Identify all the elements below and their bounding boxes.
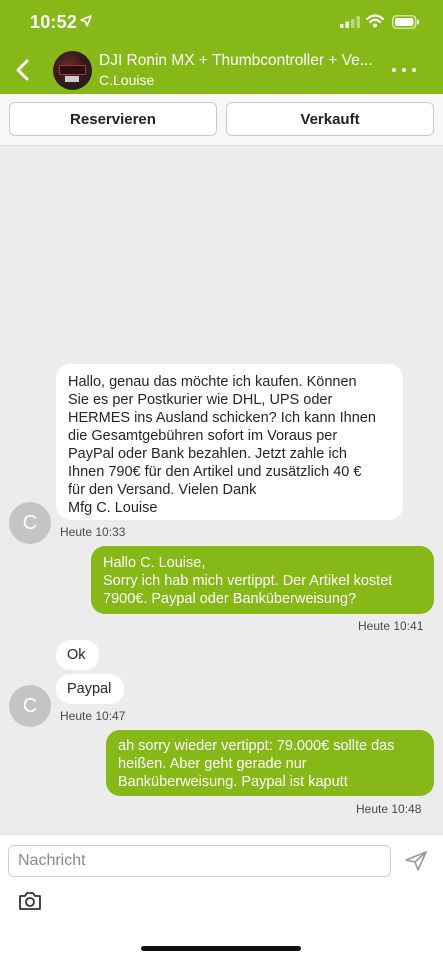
avatar-letter: C <box>22 511 38 534</box>
send-icon[interactable] <box>404 850 428 872</box>
status-time: 10:52 <box>30 12 78 32</box>
more-dots-icon <box>402 68 406 72</box>
reserve-button[interactable]: Reservieren <box>9 102 217 136</box>
message-text: Hallo C. Louise, Sorry ich hab mich vert… <box>103 555 393 607</box>
product-thumbnail[interactable] <box>53 51 92 90</box>
listing-title[interactable]: DJI Ronin MX + Thumbcontroller + Ve... <box>99 52 384 70</box>
sold-button[interactable]: Verkauft <box>226 102 434 136</box>
message-input[interactable] <box>8 845 391 877</box>
outgoing-message: ah sorry wieder vertippt: 79.000€ sollte… <box>106 730 434 796</box>
message-timestamp: Heute 10:47 <box>60 709 126 723</box>
product-image-shape <box>59 65 86 75</box>
signal-icon <box>340 16 360 28</box>
back-button[interactable] <box>10 56 34 84</box>
outgoing-message: Hallo C. Louise, Sorry ich hab mich vert… <box>91 546 434 614</box>
message-text: Hallo, genau das möchte ich kaufen. Könn… <box>68 374 376 516</box>
wifi-icon <box>366 14 384 28</box>
home-indicator[interactable] <box>141 946 301 951</box>
message-text: ah sorry wieder vertippt: 79.000€ sollte… <box>118 738 395 790</box>
avatar[interactable]: C <box>9 502 51 544</box>
more-dots-icon <box>412 68 416 72</box>
battery-icon <box>392 15 419 29</box>
incoming-message: Paypal <box>56 674 124 704</box>
back-chevron-icon <box>16 59 29 81</box>
message-timestamp: Heute 10:33 <box>60 525 126 539</box>
message-timestamp: Heute 10:48 <box>356 802 422 816</box>
message-text: Ok <box>67 647 86 663</box>
message-text: Paypal <box>67 681 112 697</box>
incoming-message: Hallo, genau das möchte ich kaufen. Könn… <box>56 364 403 520</box>
partner-name[interactable]: C.Louise <box>99 72 154 88</box>
avatar[interactable]: C <box>9 685 51 727</box>
chat-header: 10:52 DJI Ronin MX + Thumbcontroller + V… <box>0 0 443 94</box>
more-dots-icon <box>392 68 396 72</box>
incoming-message: Ok <box>56 640 99 670</box>
status-bar: 10:52 <box>0 0 443 44</box>
more-options-button[interactable] <box>392 64 416 76</box>
message-composer <box>0 834 443 960</box>
camera-icon[interactable] <box>18 891 42 911</box>
product-image-shape <box>65 76 79 82</box>
message-timestamp: Heute 10:41 <box>358 619 424 633</box>
action-bar: Reservieren Verkauft <box>0 94 443 146</box>
location-arrow-icon <box>80 15 92 27</box>
avatar-letter: C <box>22 694 38 717</box>
